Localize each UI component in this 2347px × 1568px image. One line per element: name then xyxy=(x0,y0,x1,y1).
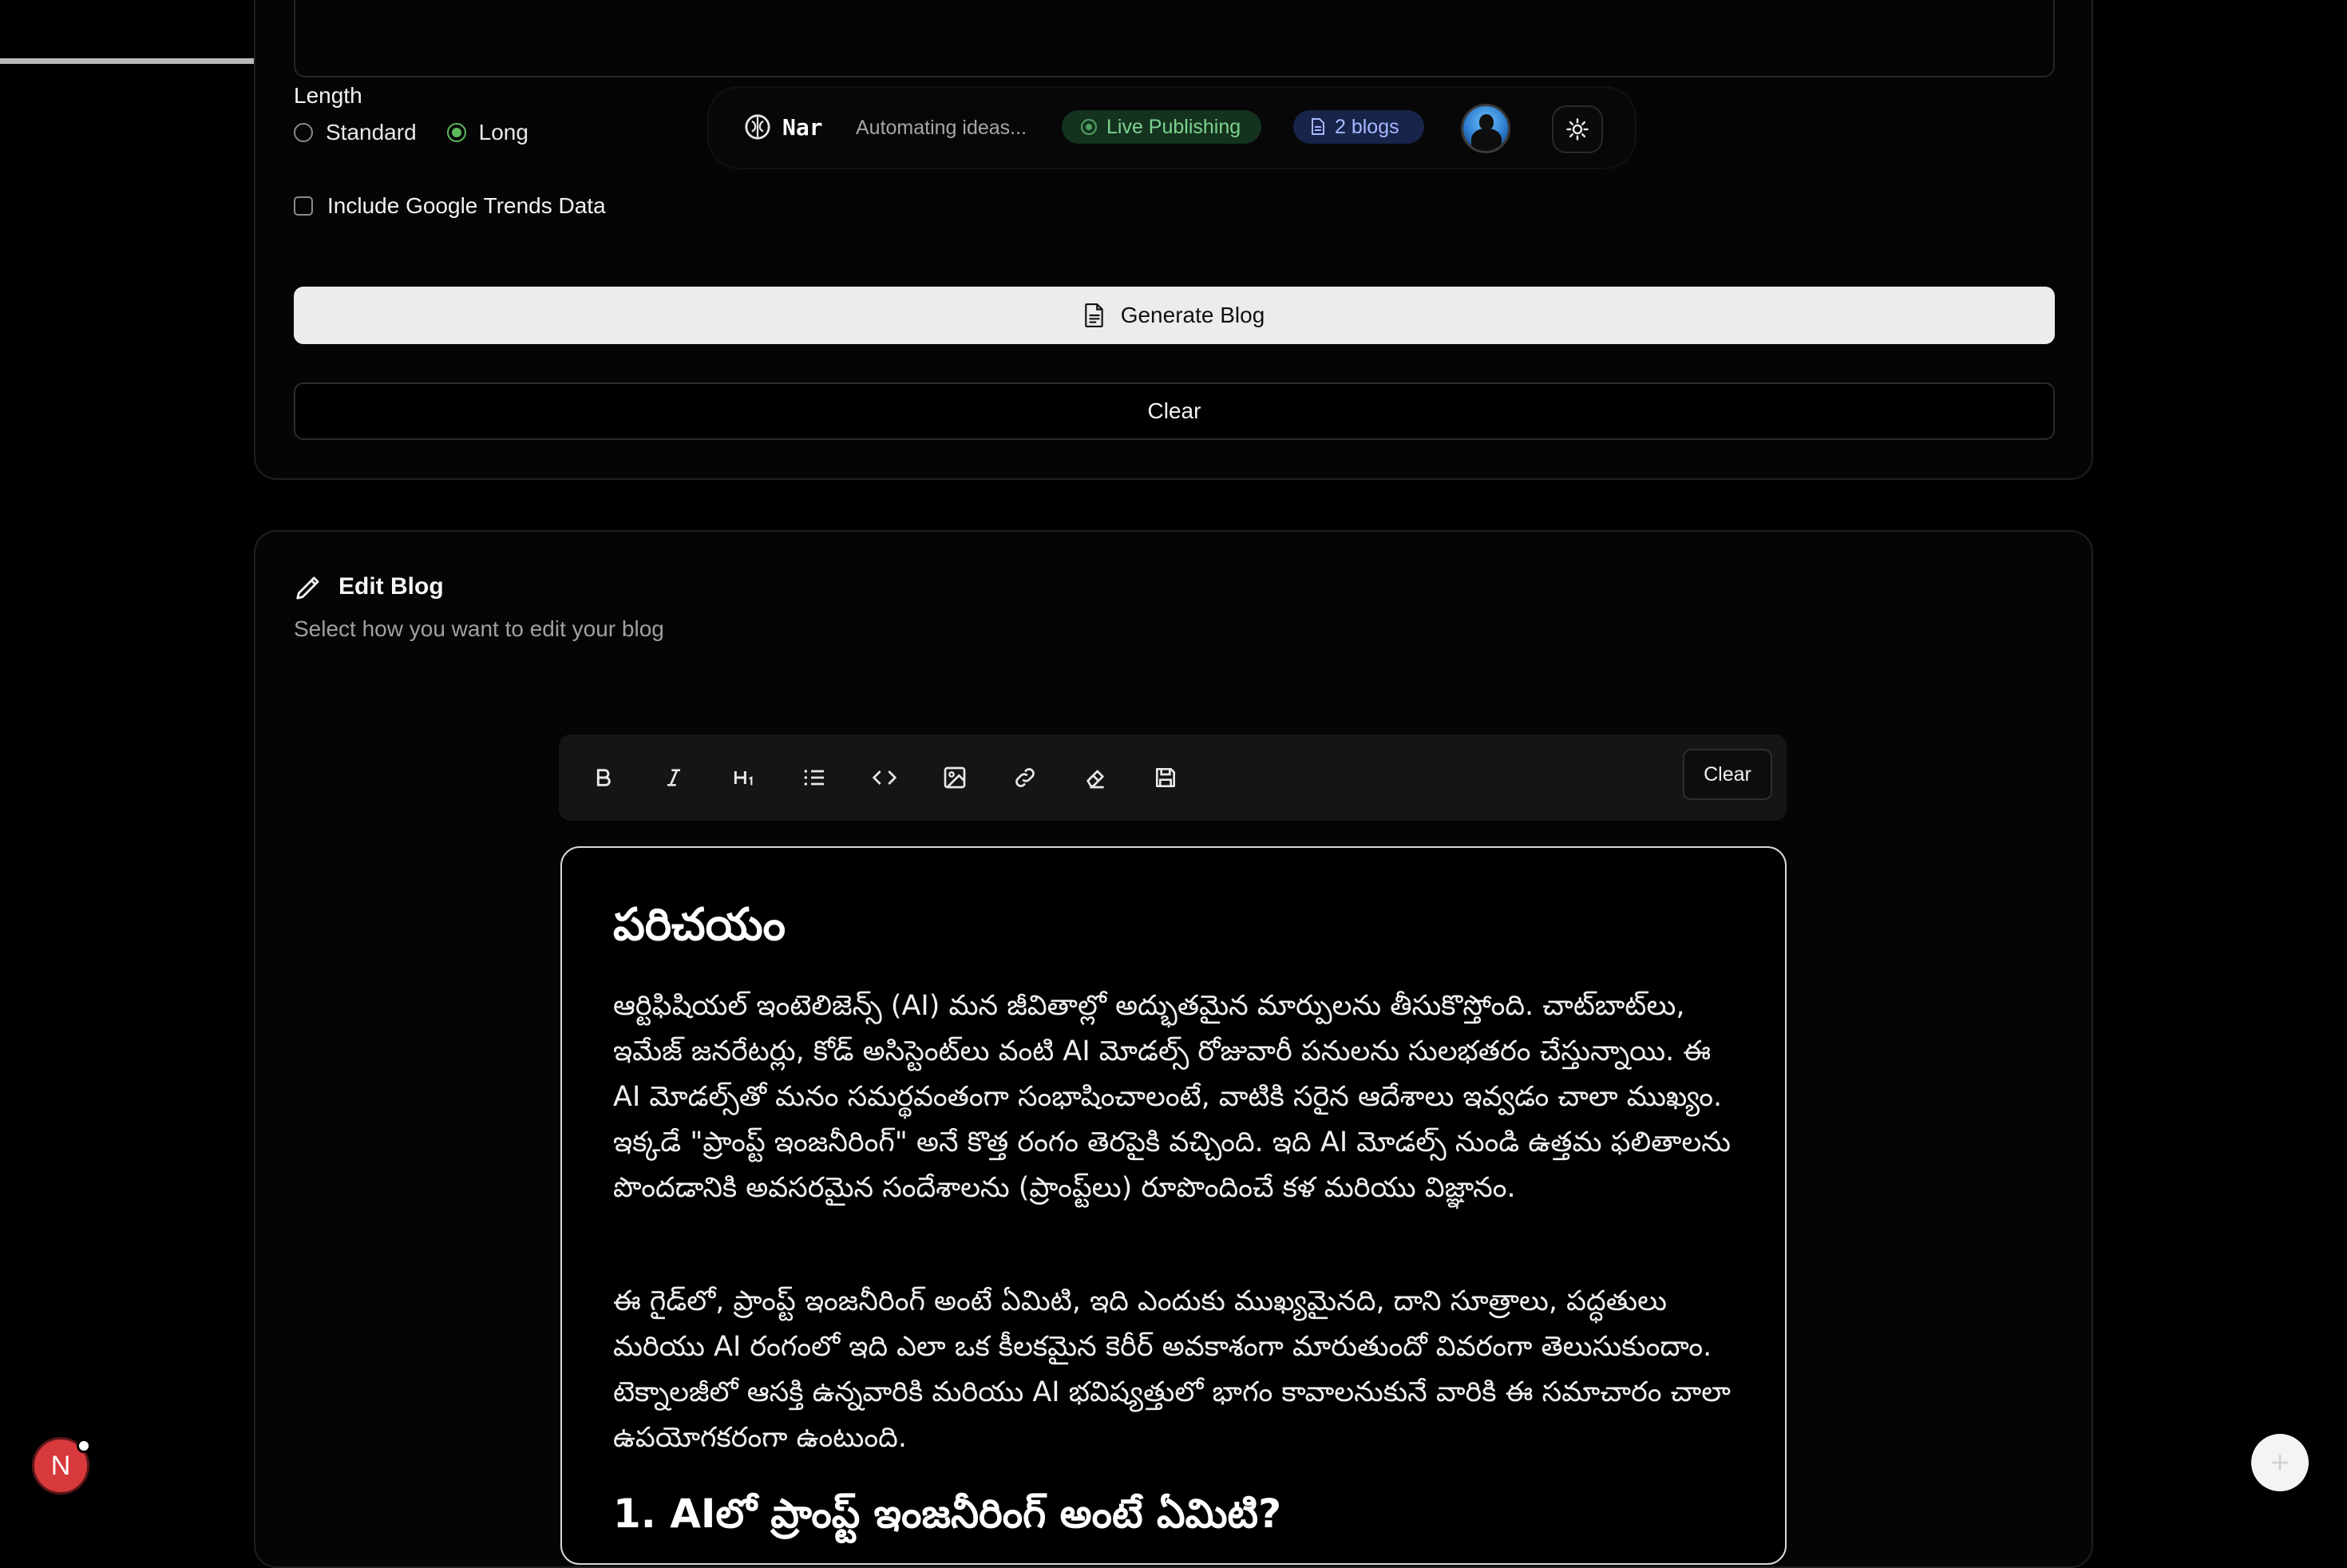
bold-icon xyxy=(596,769,611,786)
heading-button[interactable] xyxy=(720,754,768,802)
floating-header: Nar Automating ideas... Live Publishing … xyxy=(707,86,1637,169)
length-label: Length xyxy=(294,83,362,108)
sun-icon xyxy=(1566,118,1589,141)
heading-icon xyxy=(734,771,753,786)
editor-toolbar: Clear xyxy=(559,735,1787,821)
generate-blog-label: Generate Blog xyxy=(1120,303,1265,327)
user-avatar[interactable] xyxy=(1461,104,1510,153)
italic-button[interactable] xyxy=(650,754,698,802)
avatar-head xyxy=(1479,114,1494,130)
edit-blog-subtitle: Select how you want to edit your blog xyxy=(294,616,664,641)
list-icon xyxy=(804,770,824,786)
google-trends-label: Include Google Trends Data xyxy=(327,193,606,218)
live-status-icon xyxy=(1081,119,1097,135)
radio-standard-label: Standard xyxy=(326,120,417,145)
eraser-button[interactable] xyxy=(1071,754,1119,802)
avatar-body xyxy=(1471,129,1502,151)
code-button[interactable] xyxy=(861,754,908,802)
generate-blog-button[interactable]: Generate Blog xyxy=(294,287,2055,344)
code-icon xyxy=(872,770,897,785)
list-button[interactable] xyxy=(790,754,838,802)
brand-name: Nar xyxy=(782,113,823,141)
brain-icon xyxy=(745,114,770,140)
image-icon xyxy=(944,766,966,789)
live-publishing-badge[interactable]: Live Publishing xyxy=(1062,110,1261,144)
link-button[interactable] xyxy=(1001,754,1049,802)
radio-standard[interactable] xyxy=(294,123,313,142)
blogs-count-badge[interactable]: 2 blogs xyxy=(1293,110,1424,144)
blog-editor[interactable]: పరిచయం ఆర్టిఫిషియల్ ఇంటెలిజెన్స్ (AI) మన… xyxy=(560,846,1787,1565)
blogs-count-label: 2 blogs xyxy=(1335,115,1399,138)
google-trends-checkbox[interactable] xyxy=(294,196,313,216)
notification-dot xyxy=(77,1439,91,1453)
bold-button[interactable] xyxy=(580,754,627,802)
radio-long[interactable] xyxy=(446,123,466,142)
live-publishing-label: Live Publishing xyxy=(1106,115,1241,138)
theme-toggle-button[interactable] xyxy=(1552,105,1603,153)
plus-icon xyxy=(2272,1455,2288,1471)
editor-clear-button[interactable]: Clear xyxy=(1683,749,1772,800)
radio-long-label: Long xyxy=(478,120,528,145)
brand[interactable]: Nar xyxy=(744,113,823,141)
edit-blog-title: Edit Blog xyxy=(338,573,444,600)
eraser-icon xyxy=(1086,770,1104,789)
brand-tagline: Automating ideas... xyxy=(856,117,1027,139)
edit-blog-header: Edit Blog xyxy=(294,572,444,602)
pencil-icon xyxy=(296,576,319,600)
editor-paragraph: ఆర్టిఫిషియల్ ఇంటెలిజెన్స్ (AI) మన జీవితా… xyxy=(613,990,1731,1204)
length-option-standard[interactable]: Standard xyxy=(294,120,417,145)
previous-input-field[interactable] xyxy=(294,0,2055,77)
length-radio-group: Standard Long xyxy=(294,120,559,145)
editor-heading: పరిచయం xyxy=(613,899,786,951)
italic-icon xyxy=(667,769,680,786)
editor-subheading: 1. AIలో ప్రాంప్ట్ ఇంజనీరింగ్ అంటే ఏమిటి? xyxy=(613,1491,1282,1537)
clear-form-button[interactable]: Clear xyxy=(294,382,2055,440)
document-icon xyxy=(1084,303,1103,327)
link-icon xyxy=(1015,768,1035,787)
save-button[interactable] xyxy=(1142,754,1189,802)
length-option-long[interactable]: Long xyxy=(446,120,528,145)
save-icon xyxy=(1156,768,1175,787)
generate-form-card: Length Standard Long Include Google Tren… xyxy=(254,0,2093,480)
floating-add-button[interactable] xyxy=(2251,1434,2309,1491)
document-icon xyxy=(1312,118,1324,135)
image-button[interactable] xyxy=(931,754,979,802)
editor-paragraph: ఈ గైడ్‌లో, ప్రాంప్ట్ ఇంజనీరింగ్ అంటే ఏమి… xyxy=(613,1285,1731,1454)
google-trends-option[interactable]: Include Google Trends Data xyxy=(294,193,606,219)
